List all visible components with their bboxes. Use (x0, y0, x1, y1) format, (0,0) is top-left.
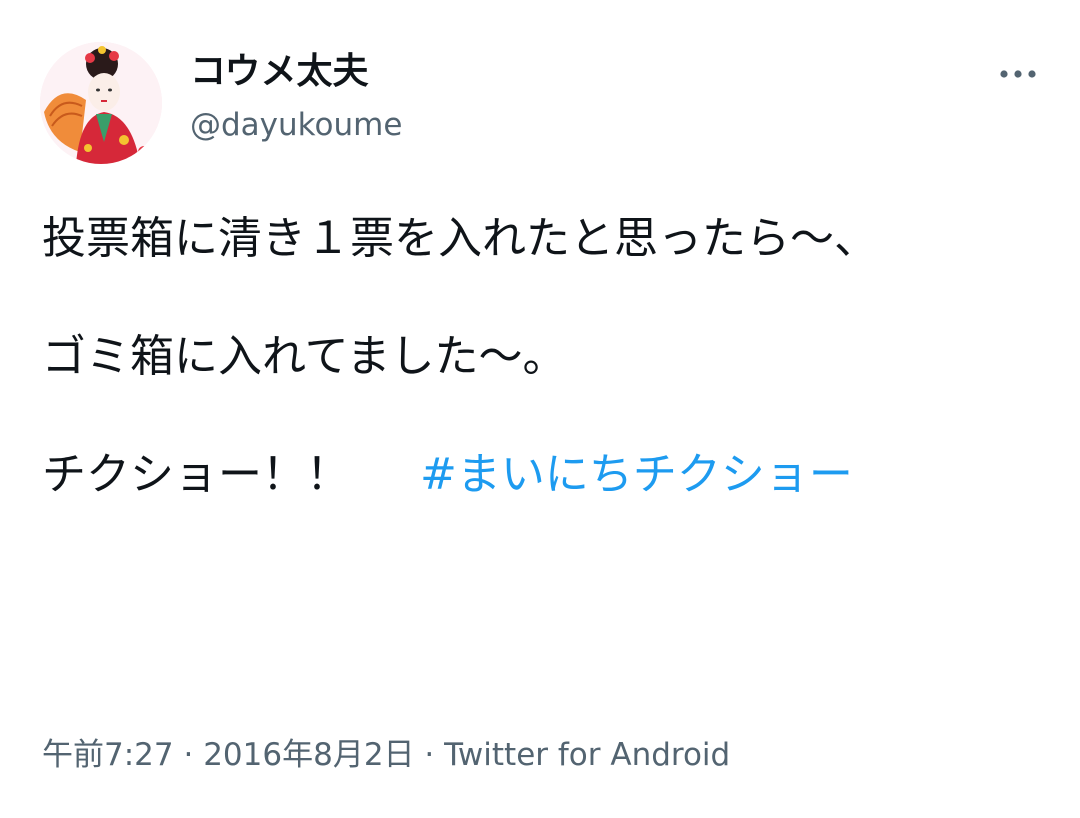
tweet-text: 投票箱に清き１票を入れたと思ったら〜、 ゴミ箱に入れてました〜。 チクショー！！… (42, 204, 1042, 510)
tweet-time[interactable]: 午前7:27 (42, 737, 174, 773)
tweet-source-link[interactable]: Twitter for Android (444, 737, 730, 773)
tweet-card: コウメ太夫 @dayukoume 投票箱に清き１票を入れたと思ったら〜、 ゴミ箱… (0, 0, 1080, 818)
display-name[interactable]: コウメ太夫 (190, 50, 402, 94)
user-names: コウメ太夫 @dayukoume (190, 50, 402, 144)
more-horizontal-icon (1000, 70, 1036, 78)
tweet-text-line: ゴミ箱に入れてました〜。 (42, 331, 567, 382)
tweet-metadata: 午前7:27 · 2016年8月2日 · Twitter for Android (42, 735, 730, 775)
tweet-text-fragment: チクショー！！ (42, 449, 350, 500)
avatar[interactable] (40, 42, 162, 164)
meta-separator: · (424, 737, 435, 773)
hashtag-link[interactable]: #まいにちチクショー (420, 449, 853, 500)
tweet-text-line-with-hashtag: チクショー！！ #まいにちチクショー (42, 440, 1042, 510)
tweet-text-line: 投票箱に清き１票を入れたと思ったら〜、 (42, 213, 878, 264)
avatar-image (40, 42, 162, 164)
tweet-date[interactable]: 2016年8月2日 (203, 737, 414, 773)
more-options-button[interactable] (998, 56, 1038, 92)
meta-separator: · (183, 737, 194, 773)
user-handle[interactable]: @dayukoume (190, 106, 402, 144)
